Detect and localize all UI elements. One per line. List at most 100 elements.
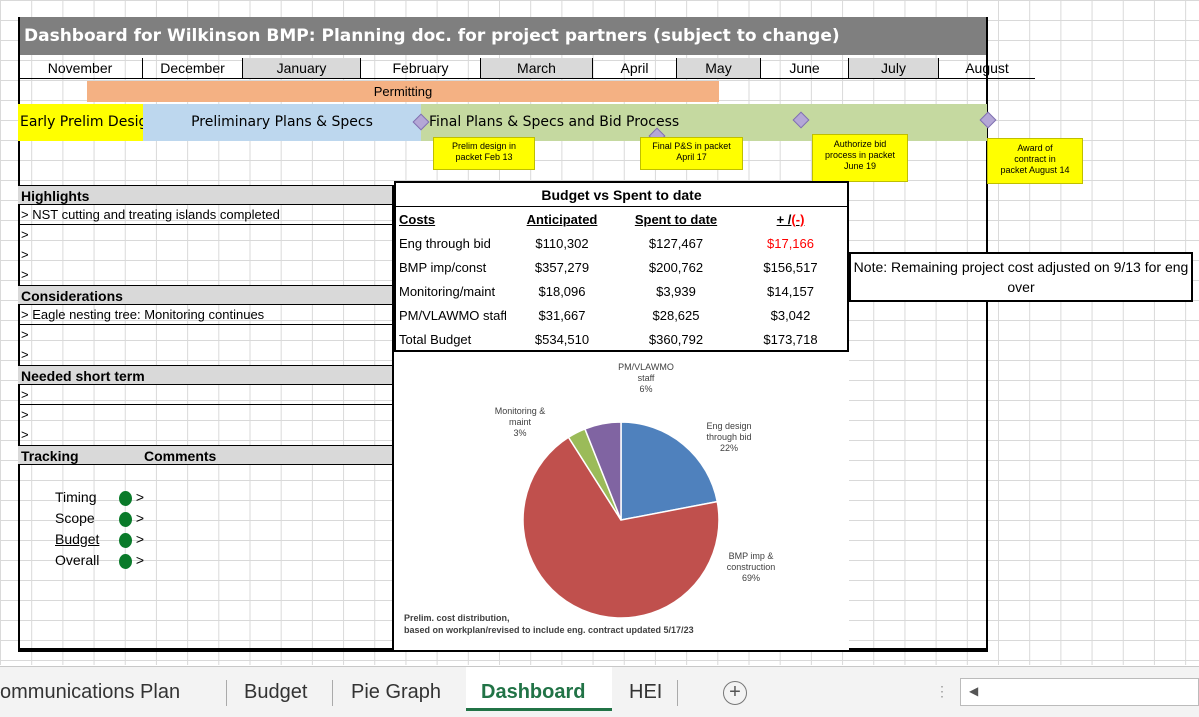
anticipated-value: $534,510 <box>534 331 590 347</box>
month-april: April <box>593 58 677 79</box>
month-july: July <box>849 58 939 79</box>
anticipated-value: $18,096 <box>538 283 586 299</box>
pie-label: BMP imp & construction 69% <box>727 551 776 583</box>
table-row[interactable]: BMP imp/const $357,279 $200,762 $156,517 <box>396 255 847 279</box>
comments-label: Comments <box>144 448 217 464</box>
spent-value: $127,467 <box>648 235 704 251</box>
tracking-comment: > <box>135 510 145 526</box>
note-line: June 19 <box>843 161 877 171</box>
chart-caption: Prelim. cost distribution, based on workp… <box>404 613 694 635</box>
month-february: February <box>361 58 481 79</box>
milestone-note-feb: Prelim design in packet Feb 13 <box>433 137 535 170</box>
diff-value: $156,517 <box>763 259 818 275</box>
highlight-item[interactable]: > NST cutting and treating islands compl… <box>18 205 392 225</box>
cost-label: Monitoring/maint <box>399 283 496 299</box>
table-row[interactable]: PM/VLAWMO staff $31,667 $28,625 $3,042 <box>396 303 847 327</box>
consideration-item[interactable]: > Eagle nesting tree: Monitoring continu… <box>18 305 392 325</box>
diff-value: $3,042 <box>770 307 811 323</box>
tracking-row-timing[interactable]: Timing > <box>18 487 392 508</box>
month-may: May <box>677 58 761 79</box>
milestone-note-aug: Award of contract in packet August 14 <box>987 138 1083 184</box>
month-march: March <box>481 58 593 79</box>
status-dot-icon <box>119 511 132 527</box>
note-line: packet Feb 13 <box>455 152 513 162</box>
cost-label: Total Budget <box>399 331 472 347</box>
tracking-label: Scope <box>55 510 95 526</box>
tab-pie-graph[interactable]: Pie Graph <box>351 676 441 708</box>
needed-item[interactable]: > <box>18 385 392 405</box>
horizontal-scrollbar[interactable]: ◀ <box>960 678 1199 706</box>
table-row[interactable]: Total Budget $534,510 $360,792 $173,718 <box>396 327 847 351</box>
highlights-header: Highlights <box>18 185 392 205</box>
tracking-row-scope[interactable]: Scope > <box>18 508 392 529</box>
anticipated-value: $31,667 <box>538 307 586 323</box>
table-row[interactable]: Eng through bid $110,302 $127,467 $17,16… <box>396 231 847 255</box>
status-dot-icon <box>119 553 132 569</box>
note-line: contract in <box>1014 154 1056 164</box>
month-november: November <box>18 58 143 79</box>
note-line: Prelim design in <box>451 141 517 151</box>
tab-communications-plan[interactable]: ommunications Plan <box>0 676 180 708</box>
tab-separator <box>677 680 678 706</box>
highlight-item[interactable]: > <box>18 265 392 285</box>
consideration-item[interactable]: > <box>18 345 392 365</box>
pie-label: Monitoring & maint 3% <box>495 406 546 438</box>
needed-item[interactable]: > <box>18 405 392 425</box>
left-panel: Highlights > NST cutting and treating is… <box>18 185 394 650</box>
tab-dashboard[interactable]: Dashboard <box>481 676 585 708</box>
note-line: packet August 14 <box>1000 165 1070 175</box>
cost-label: PM/VLAWMO staff <box>399 307 506 323</box>
diff-value: $173,718 <box>763 331 818 347</box>
budget-table-box: Budget vs Spent to date Costs Anticipate… <box>394 181 849 352</box>
spent-value: $360,792 <box>648 331 704 347</box>
table-row[interactable]: Monitoring/maint $18,096 $3,939 $14,157 <box>396 279 847 303</box>
budget-table: Costs Anticipated Spent to date + /(-) E… <box>396 207 847 351</box>
note-box[interactable]: Note: Remaining project cost adjusted on… <box>849 252 1193 302</box>
note-line: process in packet <box>824 150 896 160</box>
tracking-label: Overall <box>55 552 100 568</box>
permitting-bar: Permitting <box>87 81 719 102</box>
considerations-header: Considerations <box>18 285 392 305</box>
pie-label: Eng design through bid 22% <box>706 421 751 453</box>
highlight-item[interactable]: > <box>18 225 392 245</box>
month-june: June <box>761 58 849 79</box>
tab-budget[interactable]: Budget <box>244 676 307 708</box>
note-line: Award of <box>1017 143 1053 153</box>
pie-chart-area[interactable]: PM/VLAWMO staff 6% Monitoring & maint 3% Eng… <box>394 352 849 650</box>
anticipated-value: $110,302 <box>535 235 589 251</box>
cost-label: BMP imp/const <box>399 259 487 275</box>
pie-chart: PM/VLAWMO staff 6% Monitoring & maint 3% Eng… <box>404 362 776 635</box>
col-header-diff: + /(-) <box>776 211 805 227</box>
tracking-row-budget[interactable]: Budget > <box>18 529 392 550</box>
month-august: August <box>939 58 1035 79</box>
needed-header: Needed short term <box>18 365 392 385</box>
add-sheet-icon[interactable]: + <box>723 681 747 705</box>
bottom-border <box>18 650 988 652</box>
consideration-item[interactable]: > <box>18 325 392 345</box>
tracking-label: Budget <box>55 531 100 547</box>
col-header-anticipated: Anticipated <box>526 211 598 227</box>
tracking-label: Timing <box>55 489 97 505</box>
tab-separator <box>332 680 333 706</box>
tab-separator <box>226 680 227 706</box>
tracking-label: Tracking <box>21 448 79 464</box>
tracking-row-overall[interactable]: Overall > <box>18 550 392 571</box>
note-line: April 17 <box>676 152 707 162</box>
tab-hei[interactable]: HEI <box>629 676 662 708</box>
spent-value: $3,939 <box>656 283 696 299</box>
anticipated-value: $357,279 <box>534 259 590 275</box>
diff-value: $17,166 <box>767 235 814 251</box>
more-options-icon[interactable]: ⋮ <box>935 683 949 700</box>
phase-preliminary: Preliminary Plans & Specs <box>143 104 421 141</box>
diff-value: $14,157 <box>767 283 814 299</box>
spent-value: $200,762 <box>648 259 704 275</box>
note-line: Final P&S in packet <box>652 141 731 151</box>
milestone-note-jun: Authorize bid process in packet June 19 <box>812 134 908 182</box>
tracking-comment: > <box>135 552 145 568</box>
scroll-left-icon[interactable]: ◀ <box>969 684 978 698</box>
month-december: December <box>143 58 243 79</box>
needed-item[interactable]: > <box>18 425 392 445</box>
col-header-spent: Spent to date <box>634 211 718 227</box>
highlight-item[interactable]: > <box>18 245 392 265</box>
spent-value: $28,625 <box>652 307 700 323</box>
